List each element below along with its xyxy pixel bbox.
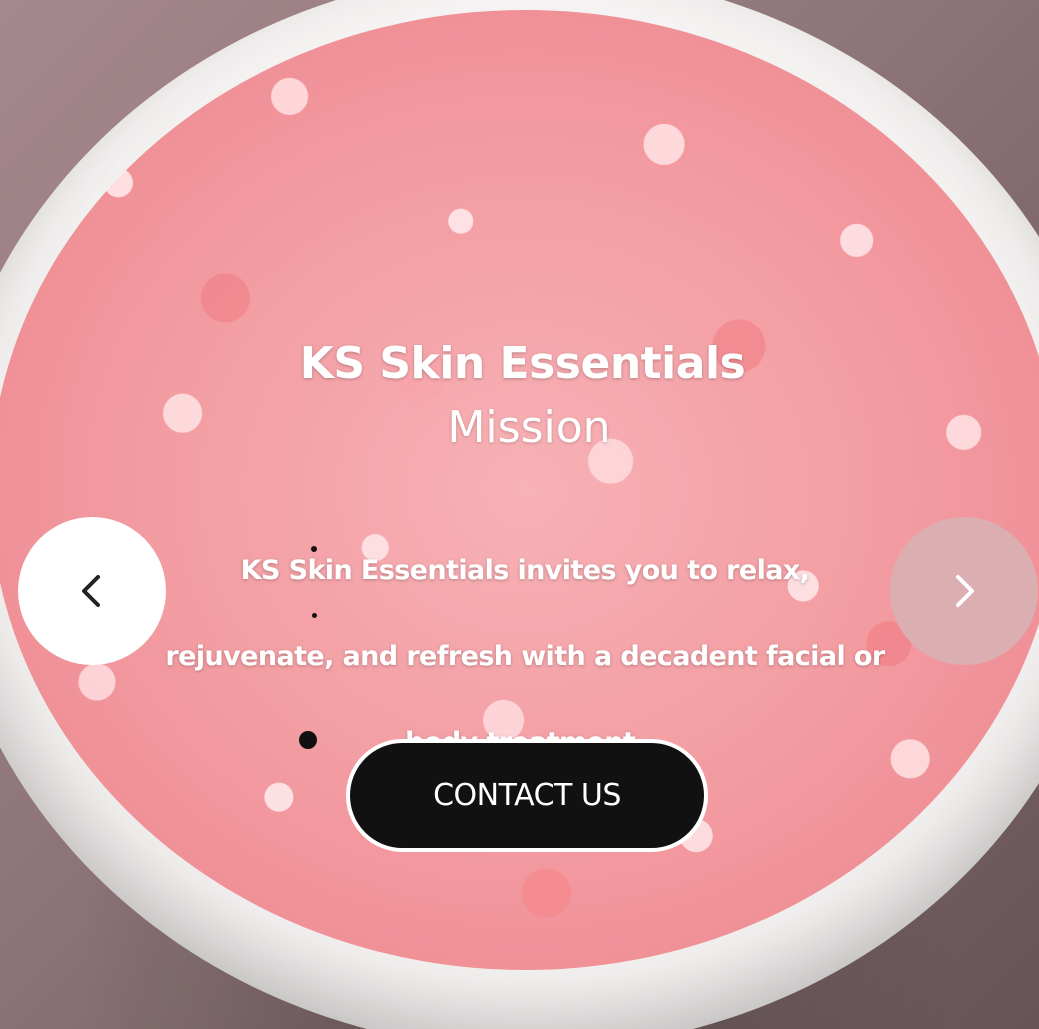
decorative-dot: [312, 613, 317, 618]
brand-title: KS Skin Essentials: [299, 338, 746, 389]
contact-us-button[interactable]: CONTACT US: [346, 739, 708, 852]
hero-content: KS Skin Essentials Mission KS Skin Essen…: [0, 0, 1039, 1029]
slide-indicator-dot[interactable]: [299, 731, 317, 749]
carousel-next-button[interactable]: [890, 517, 1038, 665]
carousel-prev-button[interactable]: [18, 517, 166, 665]
chevron-left-icon: [82, 575, 100, 607]
hero-slide: KS Skin Essentials Mission KS Skin Essen…: [0, 0, 1039, 1029]
chevron-right-icon: [956, 575, 974, 607]
decorative-dot: [311, 546, 317, 552]
section-subtitle: Mission: [447, 402, 611, 453]
